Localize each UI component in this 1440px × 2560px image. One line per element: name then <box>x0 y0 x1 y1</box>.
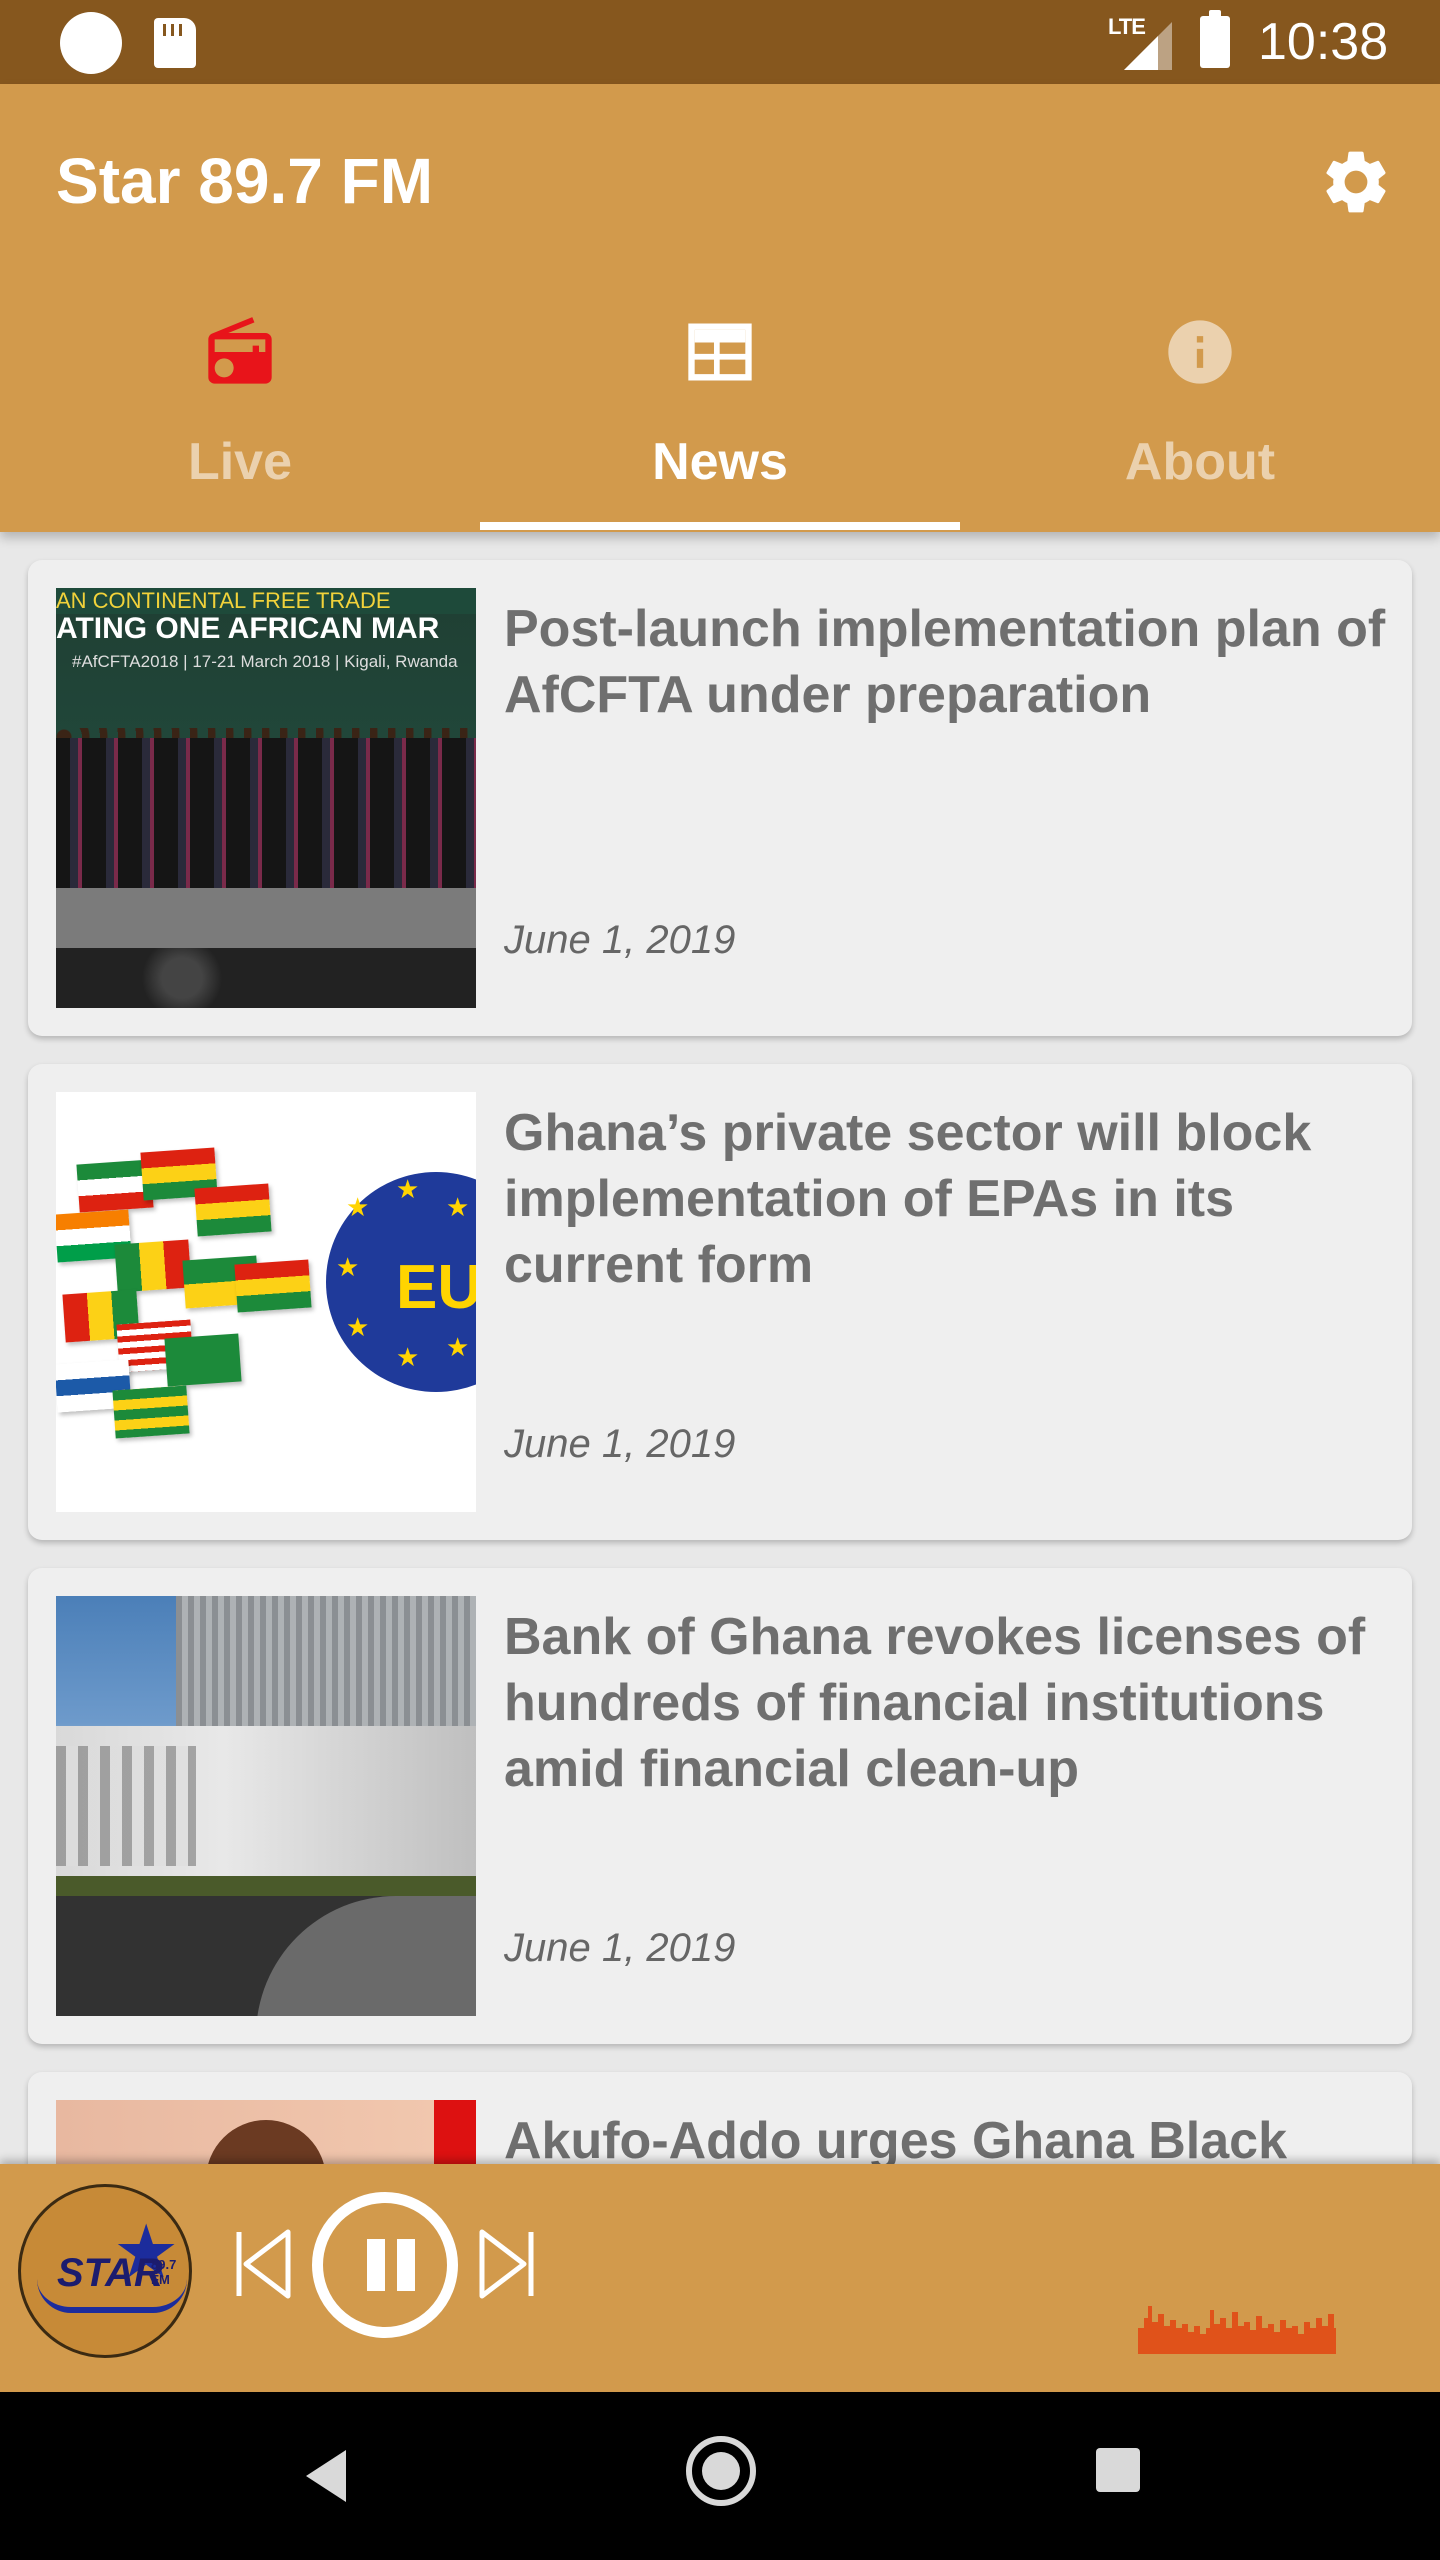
settings-button[interactable] <box>1318 144 1394 220</box>
tab-label: Live <box>187 433 293 491</box>
recent-apps-button[interactable] <box>1096 2448 1140 2492</box>
image-banner-text: #AfCFTA2018 | 17-21 March 2018 | Kigali,… <box>72 652 458 671</box>
sd-card-icon <box>154 18 196 68</box>
news-date: June 1, 2019 <box>504 1422 736 1466</box>
tab-indicator <box>480 522 960 530</box>
news-thumbnail <box>56 2100 476 2164</box>
next-button[interactable] <box>478 2226 536 2302</box>
signal-icon <box>1124 22 1172 70</box>
news-title: Akufo-Addo urges Ghana Black <box>504 2112 1287 2164</box>
status-bar: LTE 10:38 <box>0 0 1440 84</box>
tab-bar: Live News About <box>0 284 1440 532</box>
tab-label: About <box>1124 433 1276 491</box>
notification-dot-icon <box>60 12 122 74</box>
news-date: June 1, 2019 <box>504 1926 736 1970</box>
tab-label: News <box>652 433 788 491</box>
news-date: June 1, 2019 <box>504 918 736 962</box>
news-card[interactable]: AN CONTINENTAL FREE TRADE ATING ONE AFRI… <box>28 560 1412 1036</box>
news-thumbnail: AN CONTINENTAL FREE TRADE ATING ONE AFRI… <box>56 588 476 1008</box>
image-banner-text: ATING ONE AFRICAN MAR <box>56 612 440 645</box>
radio-icon <box>208 317 272 384</box>
app-title: Star 89.7 FM <box>56 145 434 217</box>
battery-icon <box>1200 10 1230 68</box>
news-title: Ghana’s private sector will block implem… <box>504 1104 1312 1294</box>
news-thumbnail: ★ ★ ★ ★ ★ ★ ★ EU <box>56 1092 476 1512</box>
logo-text: STAR <box>57 2251 163 2295</box>
system-nav-bar <box>0 2392 1440 2560</box>
pause-button[interactable] <box>312 2192 458 2338</box>
back-icon[interactable] <box>300 2446 350 2506</box>
audio-visualizer <box>1138 2306 1336 2354</box>
audio-player: ★ STAR 89.7 FM <box>0 2164 1440 2392</box>
news-title: Post-launch implementation plan of AfCFT… <box>504 600 1386 724</box>
skip-next-icon <box>479 2229 534 2299</box>
news-list[interactable]: AN CONTINENTAL FREE TRADE ATING ONE AFRI… <box>0 532 1440 2164</box>
image-banner-text: AN CONTINENTAL FREE TRADE <box>56 588 476 614</box>
image-eu-text: EU <box>396 1253 476 1322</box>
news-card[interactable]: ★ ★ ★ ★ ★ ★ ★ EU Ghana’s private sector … <box>28 1064 1412 1540</box>
info-icon <box>1168 320 1232 384</box>
app-bar: Star 89.7 FM Live News About <box>0 84 1440 532</box>
newspaper-icon <box>688 323 752 381</box>
tab-live[interactable]: Live <box>0 284 480 532</box>
station-logo[interactable]: ★ STAR 89.7 FM <box>18 2184 192 2358</box>
news-card[interactable]: Bank of Ghana revokes licenses of hundre… <box>28 1568 1412 2044</box>
previous-button[interactable] <box>234 2226 292 2302</box>
status-time: 10:38 <box>1258 13 1389 71</box>
news-card[interactable]: Akufo-Addo urges Ghana Black <box>28 2072 1412 2164</box>
gear-icon <box>1326 151 1386 213</box>
skip-previous-icon <box>236 2229 291 2299</box>
home-button[interactable] <box>686 2436 756 2506</box>
news-title: Bank of Ghana revokes licenses of hundre… <box>504 1608 1366 1798</box>
tab-about[interactable]: About <box>960 284 1440 532</box>
news-thumbnail <box>56 1596 476 2016</box>
logo-frequency: 89.7 FM <box>151 2257 177 2287</box>
tab-news[interactable]: News <box>480 284 960 532</box>
